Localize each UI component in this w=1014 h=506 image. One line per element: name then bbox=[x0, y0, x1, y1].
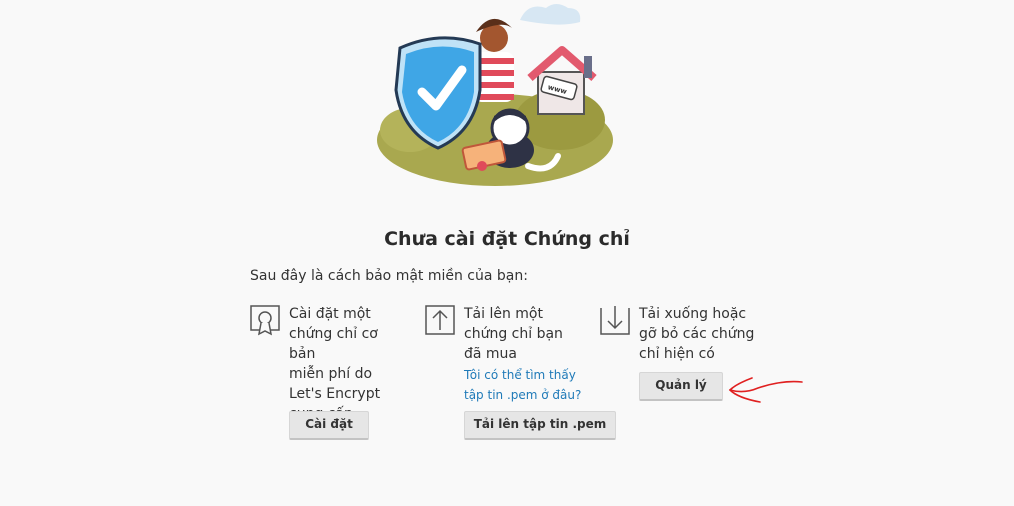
page-title: Chưa cài đặt Chứng chỉ bbox=[384, 228, 630, 250]
install-button[interactable]: Cài đặt bbox=[289, 411, 369, 440]
certificate-ribbon-icon bbox=[250, 305, 280, 336]
upload-pem-button[interactable]: Tải lên tập tin .pem bbox=[464, 411, 616, 440]
option-manage-text: Tải xuống hoặc gỡ bỏ các chứng chỉ hiện … bbox=[639, 306, 755, 362]
pem-help-link[interactable]: Tôi có thể tìm thấy tập tin .pem ở đâu? bbox=[464, 365, 581, 405]
intro-text: Sau đây là cách bảo mật miền của bạn: bbox=[250, 268, 528, 284]
manage-button[interactable]: Quản lý bbox=[639, 372, 723, 401]
download-arrow-icon bbox=[600, 306, 630, 335]
house-icon: www bbox=[527, 46, 597, 115]
ssl-illustration: www bbox=[377, 4, 613, 186]
option-install-text: Cài đặt một chứng chỉ cơ bản miễn phí do… bbox=[289, 306, 381, 422]
option-upload-text: Tải lên một chứng chỉ bạn đã mua bbox=[464, 306, 563, 362]
annotation-arrow-icon bbox=[728, 377, 803, 403]
upload-arrow-icon bbox=[425, 305, 455, 335]
